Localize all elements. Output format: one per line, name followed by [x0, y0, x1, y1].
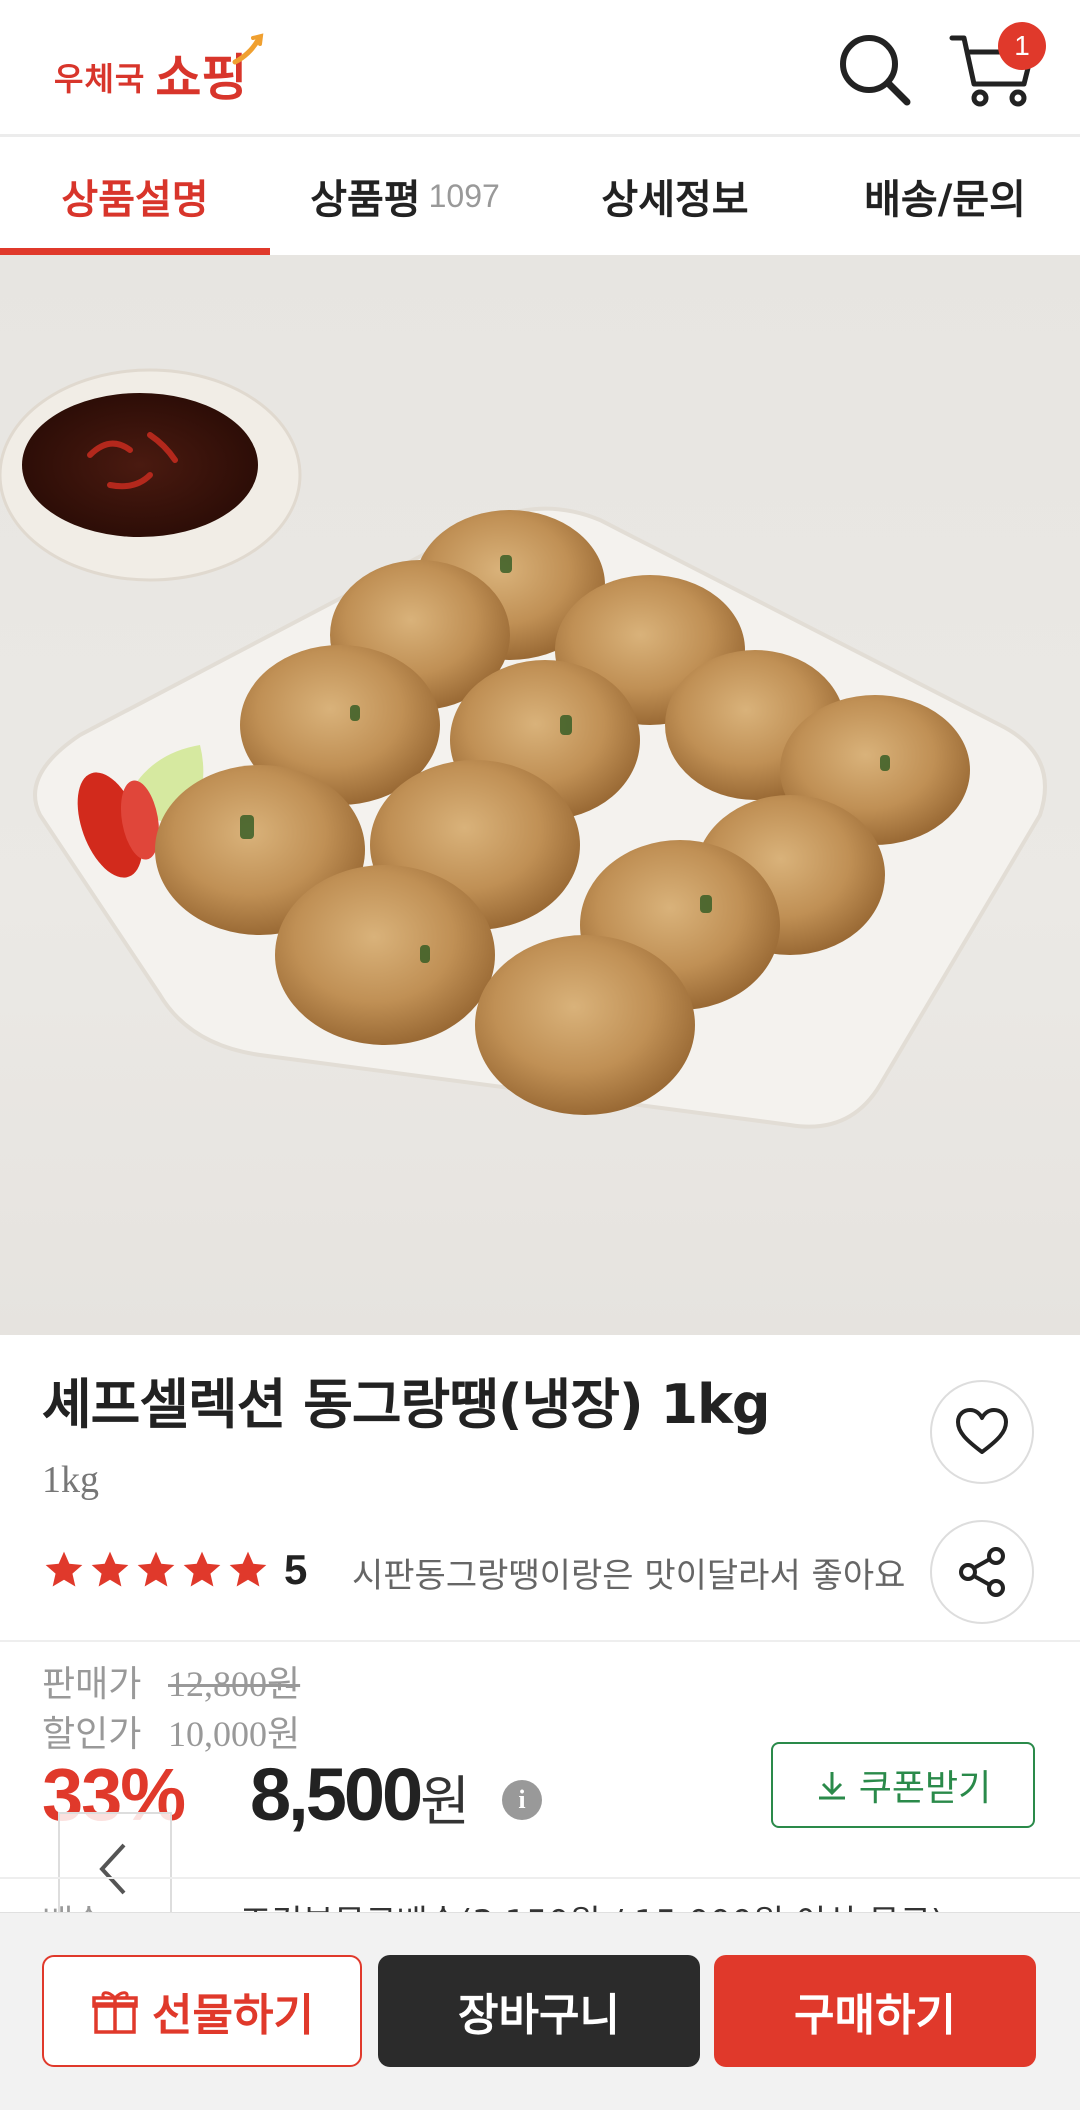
- cart-count-badge: 1: [998, 22, 1046, 70]
- coupon-download-button[interactable]: 쿠폰받기: [771, 1742, 1035, 1828]
- app-header: 우체국 쇼핑 1: [0, 0, 1080, 137]
- buy-now-label: 구매하기: [794, 1990, 956, 2041]
- share-icon: [959, 1547, 1005, 1597]
- download-icon: [818, 1772, 845, 1800]
- tab-description[interactable]: 상품설명: [0, 137, 270, 255]
- review-snippet[interactable]: 시판동그랑땡이랑은 맛이달라서 좋아요: [352, 1548, 905, 1597]
- review-count: 1097: [428, 177, 500, 214]
- final-price-value: 8,500: [250, 1753, 423, 1836]
- chevron-left-icon: [99, 1843, 126, 1895]
- star-icon: [45, 1551, 83, 1587]
- discount-price: 10,000원: [168, 1714, 301, 1754]
- tab-label: 상품설명: [61, 177, 209, 223]
- cart-button[interactable]: 1: [948, 22, 1046, 110]
- tab-bar: 상품설명 상품평 1097 상세정보 배송/문의: [0, 137, 1080, 256]
- logo-text-big: 쇼핑: [155, 33, 264, 110]
- coupon-label: 쿠폰받기: [858, 1768, 992, 1809]
- original-price: 12,800원: [168, 1664, 301, 1704]
- product-image[interactable]: [0, 255, 1080, 1335]
- gift-label: 선물하기: [152, 1990, 314, 2041]
- add-to-cart-button[interactable]: 장바구니: [378, 1955, 700, 2067]
- tab-label: 상세정보: [601, 177, 749, 223]
- price-info-icon[interactable]: i: [502, 1780, 542, 1820]
- gift-button[interactable]: 선물하기: [42, 1955, 362, 2067]
- tab-reviews[interactable]: 상품평 1097: [270, 137, 540, 255]
- discount-price-label: 할인가: [42, 1714, 142, 1755]
- rating-row[interactable]: 5: [42, 1540, 307, 1600]
- divider: [0, 1640, 1080, 1642]
- logo[interactable]: 우체국 쇼핑: [54, 30, 264, 110]
- divider: [0, 1877, 1080, 1879]
- add-to-cart-label: 장바구니: [458, 1990, 620, 2041]
- gift-icon: [92, 1991, 138, 2034]
- bottom-action-bar: 선물하기 장바구니 구매하기: [0, 1912, 1080, 2110]
- rating-stars: [42, 1548, 270, 1592]
- star-icon: [183, 1551, 221, 1587]
- original-price-label: 판매가: [42, 1664, 142, 1705]
- search-icon: [840, 35, 911, 106]
- star-icon: [229, 1551, 267, 1587]
- star-icon: [91, 1551, 129, 1587]
- product-photo-illustration: [0, 368, 1047, 1129]
- product-option: 1kg: [42, 1459, 99, 1501]
- buy-now-button[interactable]: 구매하기: [714, 1955, 1036, 2067]
- final-price: 8,500원: [250, 1752, 470, 1837]
- logo-text-small: 우체국: [54, 60, 146, 98]
- share-button[interactable]: [930, 1520, 1034, 1624]
- final-price-unit: 원: [420, 1770, 470, 1833]
- wishlist-button[interactable]: [930, 1380, 1034, 1484]
- logo-swoosh-icon: [232, 33, 264, 65]
- star-icon: [137, 1551, 175, 1587]
- search-button[interactable]: [835, 30, 915, 110]
- tab-label: 배송/문의: [864, 177, 1026, 223]
- product-title: 셰프셀렉션 동그랑땡(냉장) 1kg: [42, 1373, 771, 1436]
- tab-details[interactable]: 상세정보: [540, 137, 810, 255]
- tab-label: 상품평: [310, 177, 421, 223]
- heart-icon: [956, 1408, 1008, 1454]
- rating-value: 5: [284, 1546, 308, 1593]
- tab-shipping-inquiry[interactable]: 배송/문의: [810, 137, 1080, 255]
